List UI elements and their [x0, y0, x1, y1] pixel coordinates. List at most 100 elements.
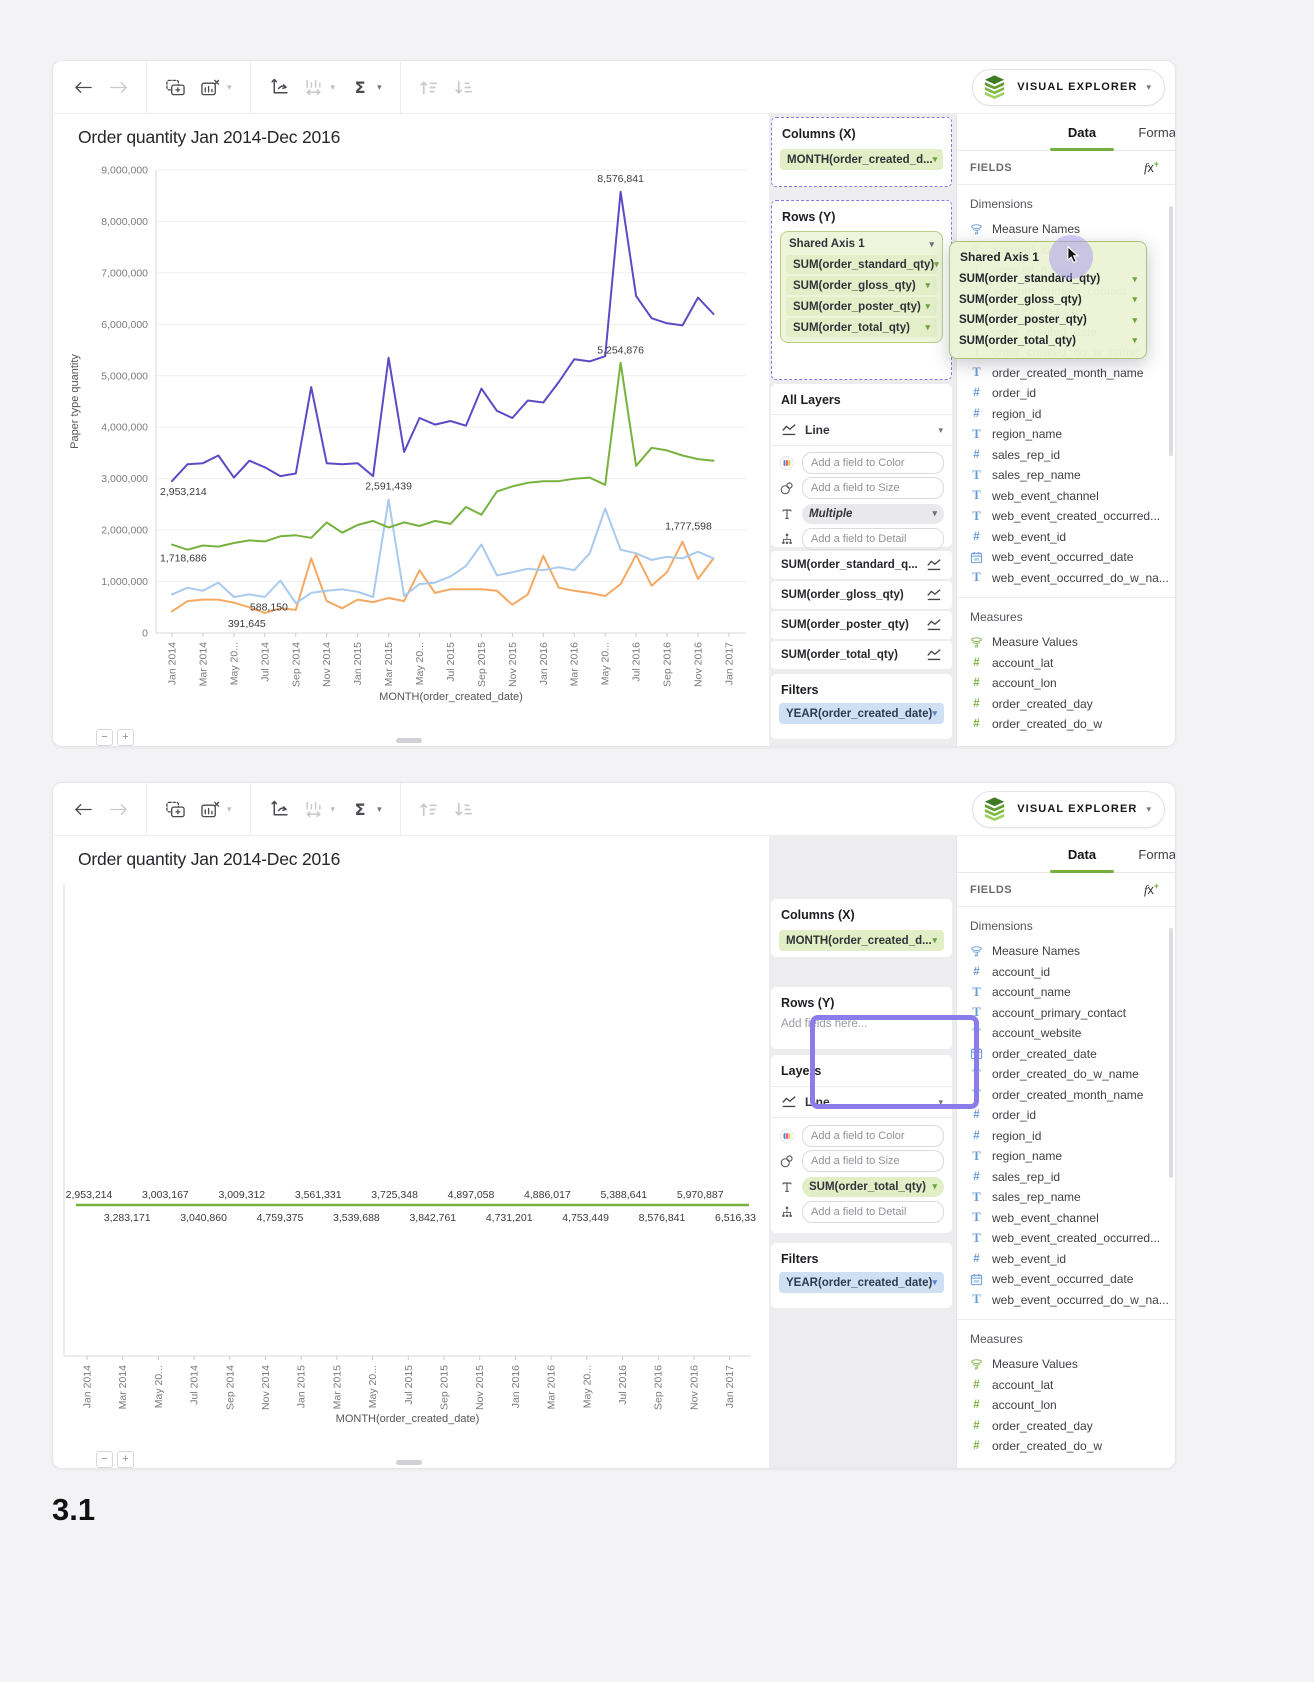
columns-field-pill[interactable]: MONTH(order_created_d... ▾ — [779, 930, 944, 951]
field-item[interactable]: Tsales_rep_name — [957, 465, 1175, 486]
field-item[interactable]: Torder_created_month_name — [957, 1085, 1175, 1106]
field-item[interactable]: #account_lat — [957, 1375, 1175, 1396]
field-item[interactable]: Tweb_event_created_occurred... — [957, 1228, 1175, 1249]
layer-row[interactable]: SUM(order_poster_qty) — [771, 611, 952, 639]
sort-descending-button[interactable] — [454, 77, 474, 97]
filters-shelf[interactable]: Filters YEAR(order_created_date) ▾ — [771, 1243, 952, 1308]
tab-data[interactable]: Data — [1050, 125, 1114, 140]
field-item[interactable]: #web_event_id — [957, 1249, 1175, 1270]
filters-shelf[interactable]: Filters YEAR(order_created_date) ▾ — [771, 674, 952, 739]
detail-drop-zone[interactable]: Add a field to Detail — [802, 1201, 944, 1223]
popup-field-pill[interactable]: SUM(order_gloss_qty)▾ — [959, 290, 1137, 311]
layer-row[interactable]: SUM(order_standard_q... — [771, 551, 952, 579]
field-item[interactable]: #sales_rep_id — [957, 1167, 1175, 1188]
rows-field-pill[interactable]: SUM(order_poster_qty)▾ — [786, 297, 937, 316]
field-item[interactable]: #region_id — [957, 404, 1175, 425]
field-item[interactable]: #order_created_do_w — [957, 1436, 1175, 1457]
forward-button[interactable] — [108, 799, 128, 819]
text-field-pill[interactable]: SUM(order_total_qty) ▾ — [802, 1177, 944, 1197]
rows-field-pill[interactable]: SUM(order_standard_qty)▾ — [786, 255, 937, 274]
rows-shelf[interactable]: Rows (Y) Shared Axis 1 ▾ SUM(order_stand… — [771, 200, 952, 380]
field-item[interactable]: Taccount_primary_contact — [957, 1003, 1175, 1024]
field-item[interactable]: #order_created_day — [957, 1416, 1175, 1437]
field-item[interactable]: Tregion_name — [957, 1146, 1175, 1167]
chevron-down-icon[interactable]: ▾ — [227, 805, 232, 814]
tab-data[interactable]: Data — [1050, 847, 1114, 862]
chevron-down-icon[interactable]: ▾ — [377, 805, 382, 814]
field-item[interactable]: Tregion_name — [957, 424, 1175, 445]
field-item[interactable]: #sales_rep_id — [957, 445, 1175, 466]
field-item[interactable]: web_event_occurred_date — [957, 547, 1175, 568]
sort-ascending-button[interactable] — [419, 77, 439, 97]
add-formula-button[interactable]: fx+ — [1144, 159, 1159, 176]
zoom-out-button[interactable]: − — [96, 729, 113, 746]
chevron-down-icon[interactable]: ▾ — [227, 83, 232, 92]
field-item[interactable]: #Measure Values — [957, 632, 1175, 653]
swap-axes-button[interactable] — [269, 799, 289, 819]
field-item[interactable]: #order_id — [957, 1105, 1175, 1126]
chevron-down-icon[interactable]: ▾ — [377, 83, 382, 92]
zoom-out-button[interactable]: − — [96, 1451, 113, 1468]
filter-pill[interactable]: YEAR(order_created_date) ▾ — [779, 703, 944, 724]
rows-field-pill[interactable]: SUM(order_gloss_qty)▾ — [786, 276, 937, 295]
field-item[interactable]: #order_created_do_w — [957, 714, 1175, 735]
rows-field-pill[interactable]: SUM(order_total_qty)▾ — [786, 318, 937, 337]
field-item[interactable]: #account_lat — [957, 653, 1175, 674]
field-item[interactable]: Tweb_event_created_occurred... — [957, 506, 1175, 527]
sort-ascending-button[interactable] — [419, 799, 439, 819]
field-item[interactable]: Taccount_website — [957, 1023, 1175, 1044]
field-item[interactable]: #order_id — [957, 383, 1175, 404]
field-item[interactable]: #Measure Values — [957, 1354, 1175, 1375]
aggregate-button[interactable]: Σ — [350, 799, 370, 819]
back-button[interactable] — [73, 77, 93, 97]
chevron-down-icon[interactable]: ▾ — [929, 240, 934, 249]
chevron-down-icon[interactable]: ▾ — [932, 709, 937, 718]
chevron-down-icon[interactable]: ▾ — [933, 155, 938, 164]
zoom-in-button[interactable]: + — [117, 729, 134, 746]
mark-type-dropdown[interactable]: Line ▾ — [771, 1087, 952, 1117]
field-item[interactable]: #account_lon — [957, 673, 1175, 694]
chevron-down-icon[interactable]: ▾ — [331, 805, 336, 814]
chevron-down-icon[interactable]: ▾ — [934, 260, 939, 269]
field-item[interactable]: #web_event_id — [957, 527, 1175, 548]
popup-field-pill[interactable]: SUM(order_total_qty)▾ — [959, 331, 1137, 352]
tab-format[interactable]: Format — [1127, 847, 1175, 862]
layer-row[interactable]: SUM(order_gloss_qty) — [771, 581, 952, 609]
tab-format[interactable]: Format — [1127, 125, 1175, 140]
aggregate-button[interactable]: Σ — [350, 77, 370, 97]
text-field-pill[interactable]: Multiple ▾ — [802, 504, 944, 524]
vertical-scrollbar[interactable] — [1169, 928, 1173, 1178]
popup-field-pill[interactable]: SUM(order_standard_qty)▾ — [959, 269, 1137, 290]
size-drop-zone[interactable]: Add a field to Size — [802, 1150, 944, 1172]
field-item[interactable]: Tsales_rep_name — [957, 1187, 1175, 1208]
multi-line-chart[interactable]: 9,000,0008,000,0007,000,0006,000,0005,00… — [56, 152, 756, 717]
shared-axis-group[interactable]: Shared Axis 1 ▾ SUM(order_standard_qty)▾… — [780, 231, 943, 343]
popup-field-pill[interactable]: SUM(order_poster_qty)▾ — [959, 310, 1137, 331]
add-chart-button[interactable] — [165, 799, 185, 819]
flat-line-chart[interactable]: Jan 2014Mar 2014May 20...Jul 2014Sep 201… — [56, 874, 756, 1439]
field-item[interactable]: Taccount_name — [957, 982, 1175, 1003]
field-item[interactable]: order_created_date — [957, 1044, 1175, 1065]
color-drop-zone[interactable]: Add a field to Color — [802, 452, 944, 474]
chevron-down-icon[interactable]: ▾ — [932, 936, 937, 945]
swap-axes-button[interactable] — [269, 77, 289, 97]
field-item[interactable]: Tweb_event_channel — [957, 486, 1175, 507]
columns-shelf[interactable]: Columns (X) MONTH(order_created_d... ▾ — [771, 899, 952, 957]
shared-axis-drag-popup[interactable]: Shared Axis 1 SUM(order_standard_qty)▾SU… — [949, 241, 1147, 359]
columns-shelf[interactable]: Columns (X) MONTH(order_created_d... ▾ — [771, 117, 952, 187]
sort-descending-button[interactable] — [454, 799, 474, 819]
filter-pill[interactable]: YEAR(order_created_date) ▾ — [779, 1272, 944, 1293]
columns-field-pill[interactable]: MONTH(order_created_d... ▾ — [780, 149, 943, 170]
field-item[interactable]: #account_lon — [957, 1395, 1175, 1416]
field-item[interactable]: Torder_created_month_name — [957, 363, 1175, 384]
chevron-down-icon[interactable]: ▾ — [925, 323, 930, 332]
add-chart-button[interactable] — [165, 77, 185, 97]
size-drop-zone[interactable]: Add a field to Size — [802, 477, 944, 499]
field-item[interactable]: web_event_occurred_date — [957, 1269, 1175, 1290]
rows-shelf[interactable]: Rows (Y) Add fields here... — [771, 987, 952, 1049]
field-item[interactable]: #region_id — [957, 1126, 1175, 1147]
zoom-in-button[interactable]: + — [117, 1451, 134, 1468]
vertical-scrollbar[interactable] — [1169, 206, 1173, 456]
bar-size-button[interactable] — [304, 77, 324, 97]
visual-explorer-menu[interactable]: VISUAL EXPLORER ▾ — [972, 69, 1165, 106]
